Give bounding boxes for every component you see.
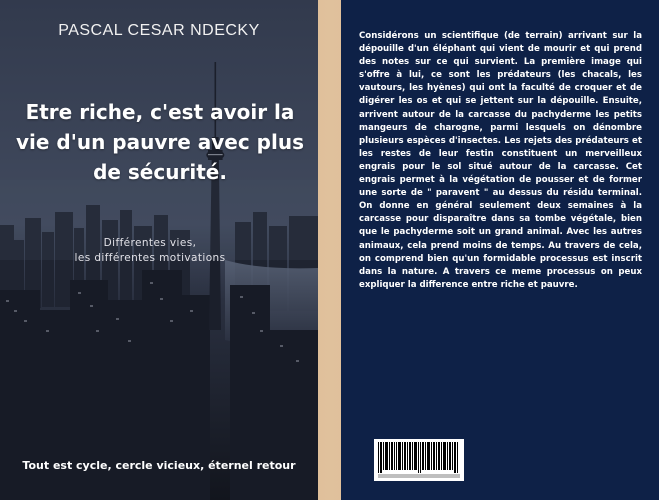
book-subtitle: Différentes vies, les différentes motiva… — [50, 236, 250, 266]
book-title: Etre riche, c'est avoir la vie d'un pauv… — [15, 100, 304, 184]
back-cover-blurb: Considérons un scientifique (de terrain)… — [359, 31, 642, 290]
barcode — [374, 439, 464, 481]
front-cover: PASCAL CESAR NDECKY Etre riche, c'est av… — [0, 0, 318, 500]
subtitle-line: les différentes motivations — [74, 252, 226, 264]
author-name: PASCAL CESAR NDECKY — [58, 22, 260, 39]
back-cover: Considérons un scientifique (de terrain)… — [341, 0, 659, 500]
tagline: Tout est cycle, cercle vicieux, éternel … — [22, 459, 296, 472]
subtitle-line: Différentes vies, — [103, 237, 197, 249]
barcode-icon — [374, 439, 464, 481]
